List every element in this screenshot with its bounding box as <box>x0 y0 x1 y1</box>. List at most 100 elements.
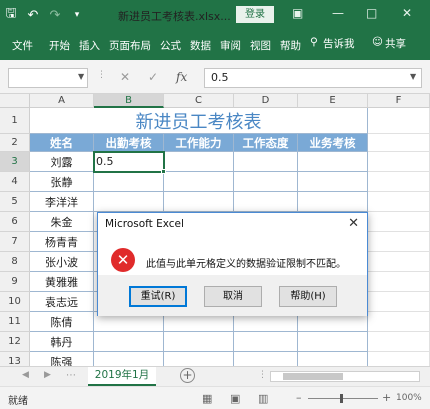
tab-data[interactable]: 数据 <box>190 38 211 53</box>
retry-button[interactable]: 重试(R) <box>129 286 187 307</box>
zoom-level[interactable]: 100% <box>396 393 422 403</box>
table-cell[interactable] <box>368 172 430 192</box>
help-button[interactable]: 帮助(H) <box>279 286 337 307</box>
page-break-view-icon[interactable]: ▥ <box>258 392 268 405</box>
zoom-in-icon[interactable]: + <box>382 391 391 404</box>
name-box[interactable] <box>8 68 88 88</box>
table-cell[interactable] <box>298 152 368 172</box>
table-cell[interactable] <box>298 352 368 366</box>
confirm-entry-icon[interactable]: ✓ <box>148 70 158 84</box>
tab-file[interactable]: 文件 <box>12 38 33 53</box>
name-cell[interactable]: 朱金 <box>30 212 94 232</box>
column-header-f[interactable]: F <box>368 94 430 108</box>
column-header-c[interactable]: C <box>164 94 234 108</box>
table-cell[interactable] <box>368 312 430 332</box>
add-sheet-icon[interactable]: + <box>180 368 195 383</box>
table-cell[interactable] <box>234 172 298 192</box>
scroll-tabs-right-icon[interactable]: ▶ <box>44 370 51 380</box>
tab-help[interactable]: 帮助 <box>280 38 301 53</box>
share-icon[interactable]: ☺ <box>372 36 383 48</box>
table-cell[interactable] <box>164 352 234 366</box>
row-header-9[interactable]: 9 <box>0 272 30 292</box>
tab-formulas[interactable]: 公式 <box>160 38 181 53</box>
tab-view[interactable]: 视图 <box>250 38 271 53</box>
table-cell[interactable] <box>164 192 234 212</box>
header-work-ability[interactable]: 工作能力 <box>164 134 234 152</box>
maximize-icon[interactable]: □ <box>366 6 377 20</box>
row-header-1[interactable]: 1 <box>0 108 30 134</box>
expand-formula-bar-icon[interactable]: ▼ <box>410 72 416 81</box>
fill-handle[interactable] <box>161 169 166 174</box>
table-cell[interactable] <box>298 172 368 192</box>
table-cell[interactable] <box>368 272 430 292</box>
name-box-dropdown-icon[interactable]: ▼ <box>78 72 84 81</box>
row-header-5[interactable]: 5 <box>0 192 30 212</box>
tab-home[interactable]: 开始 <box>49 38 70 53</box>
tell-me-icon[interactable]: ⚲ <box>310 36 318 48</box>
header-attendance[interactable]: 出勤考核 <box>94 134 164 152</box>
row-header-13[interactable]: 13 <box>0 352 30 366</box>
name-cell[interactable]: 张小波 <box>30 252 94 272</box>
redo-icon[interactable]: ↷ <box>44 8 66 23</box>
table-cell[interactable] <box>234 152 298 172</box>
close-icon[interactable]: ✕ <box>348 216 359 231</box>
row-header-10[interactable]: 10 <box>0 292 30 312</box>
tab-splitter-icon[interactable]: ⋮ <box>258 370 267 380</box>
column-header-e[interactable]: E <box>298 94 368 108</box>
table-cell[interactable] <box>94 332 164 352</box>
tab-insert[interactable]: 插入 <box>79 38 100 53</box>
name-cell[interactable]: 陈倩 <box>30 312 94 332</box>
table-cell[interactable] <box>368 252 430 272</box>
name-cell[interactable]: 李洋洋 <box>30 192 94 212</box>
tab-page-layout[interactable]: 页面布局 <box>109 38 151 53</box>
tell-me-label[interactable]: 告诉我 <box>323 36 355 51</box>
row-header-12[interactable]: 12 <box>0 332 30 352</box>
column-header-a[interactable]: A <box>30 94 94 108</box>
header-name[interactable]: 姓名 <box>30 134 94 152</box>
table-cell[interactable] <box>368 152 430 172</box>
more-sheets-icon[interactable]: ⋯ <box>66 370 76 381</box>
save-icon[interactable]: 🖫 <box>0 4 22 26</box>
zoom-out-icon[interactable]: – <box>296 391 302 404</box>
row-header-2[interactable]: 2 <box>0 134 30 152</box>
table-cell[interactable] <box>368 212 430 232</box>
row-header-4[interactable]: 4 <box>0 172 30 192</box>
table-cell[interactable] <box>164 152 234 172</box>
table-cell[interactable] <box>368 352 430 366</box>
table-cell[interactable] <box>234 332 298 352</box>
page-layout-view-icon[interactable]: ▣ <box>230 392 240 405</box>
zoom-slider-knob[interactable] <box>340 394 343 403</box>
table-cell[interactable] <box>298 332 368 352</box>
name-cell[interactable]: 袁志远 <box>30 292 94 312</box>
header-work-attitude[interactable]: 工作态度 <box>234 134 298 152</box>
table-cell[interactable] <box>368 332 430 352</box>
cell-f1[interactable] <box>368 108 430 134</box>
minimize-icon[interactable]: — <box>332 6 344 20</box>
normal-view-icon[interactable]: ▦ <box>202 392 212 405</box>
table-cell[interactable] <box>94 172 164 192</box>
name-cell[interactable]: 黄雅雅 <box>30 272 94 292</box>
table-cell[interactable] <box>368 232 430 252</box>
ribbon-display-icon[interactable]: ▣ <box>292 6 303 20</box>
table-cell[interactable] <box>368 134 430 152</box>
share-label[interactable]: 共享 <box>385 36 406 51</box>
select-all-corner[interactable] <box>0 94 30 108</box>
sheet-title-cell[interactable]: 新进员工考核表 <box>30 108 368 134</box>
name-cell[interactable]: 刘露 <box>30 152 94 172</box>
header-business[interactable]: 业务考核 <box>298 134 368 152</box>
horizontal-scroll-thumb[interactable] <box>283 373 343 380</box>
row-header-6[interactable]: 6 <box>0 212 30 232</box>
close-window-icon[interactable]: ✕ <box>402 6 412 20</box>
table-cell[interactable] <box>234 192 298 212</box>
column-header-d[interactable]: D <box>234 94 298 108</box>
sheet-tab-active[interactable]: 2019年1月 <box>88 367 156 386</box>
row-header-3[interactable]: 3 <box>0 152 30 172</box>
table-cell[interactable] <box>164 332 234 352</box>
name-cell[interactable]: 韩丹 <box>30 332 94 352</box>
cancel-button[interactable]: 取消 <box>204 286 262 307</box>
name-cell[interactable]: 陈强 <box>30 352 94 366</box>
row-header-11[interactable]: 11 <box>0 312 30 332</box>
column-header-b[interactable]: B <box>94 94 164 108</box>
table-cell[interactable] <box>298 192 368 212</box>
customize-quick-access-icon[interactable]: ▾ <box>66 10 88 20</box>
